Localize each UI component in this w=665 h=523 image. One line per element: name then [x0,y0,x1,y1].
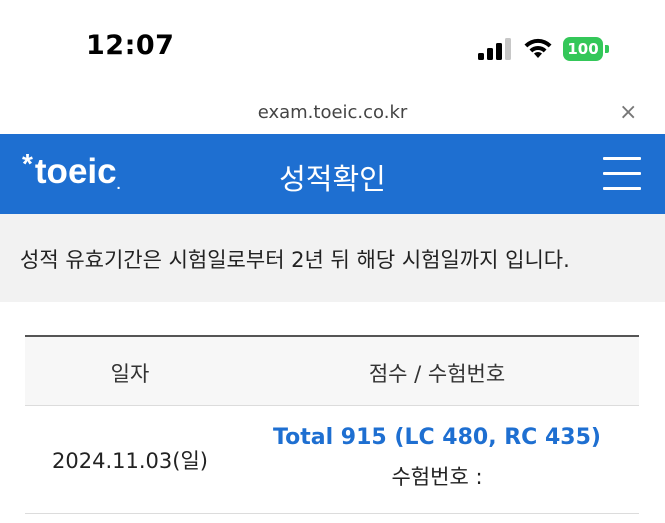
url-text[interactable]: exam.toeic.co.kr [0,102,665,123]
close-icon[interactable]: × [619,100,637,125]
status-bar: 12:07 100 [0,0,665,100]
wifi-icon [524,38,552,58]
hamburger-menu-icon[interactable] [603,157,641,191]
battery-icon: 100 [563,37,611,61]
score-link[interactable]: Total 915 (LC 480, RC 435) [235,425,639,450]
battery-cap [605,45,609,53]
column-header-date: 일자 [110,362,150,386]
column-header-score: 점수 / 수험번호 [368,362,506,386]
table-row: 2024.11.03(일) Total 915 (LC 480, RC 435)… [25,405,639,514]
notice-text: 성적 유효기간은 시험일로부터 2년 뒤 해당 시험일까지 입니다. [20,248,570,272]
browser-url-bar: exam.toeic.co.kr × [0,100,665,134]
cellular-signal-icon [478,38,511,60]
battery-level: 100 [563,37,603,61]
site-header: * toeic . 성적확인 [0,134,665,214]
exam-number: 수험번호 : [391,465,483,489]
exam-date: 2024.11.03(일) [52,449,208,473]
clock-time: 12:07 [86,30,175,61]
validity-notice: 성적 유효기간은 시험일로부터 2년 뒤 해당 시험일까지 입니다. [0,214,665,302]
page-title: 성적확인 [279,162,386,196]
table-header: 일자 점수 / 수험번호 [25,335,639,406]
